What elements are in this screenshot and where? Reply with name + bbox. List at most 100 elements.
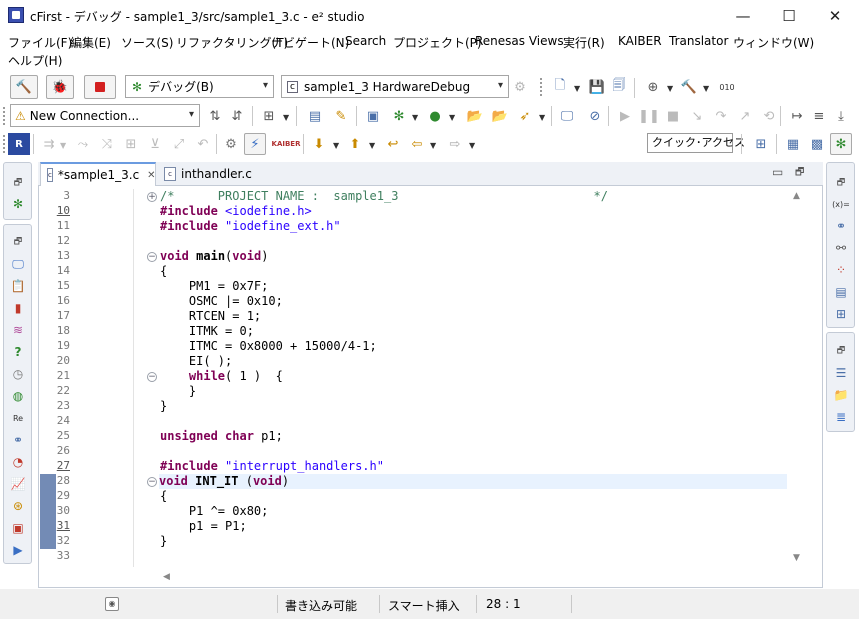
code-line[interactable]: P1 ^= 0x80; [160, 504, 268, 519]
kaiber-logo[interactable]: KAIBER [272, 133, 301, 155]
restore-icon[interactable]: 🗗 [9, 174, 27, 192]
open-folder-icon[interactable]: 📂 [464, 105, 486, 127]
binary-010-icon[interactable]: 010 [716, 76, 738, 98]
undo-icon[interactable]: ↶ [192, 133, 214, 155]
debug-view-icon[interactable]: ✻ [9, 195, 27, 213]
code-line[interactable]: ITMK = 0; [160, 324, 254, 339]
code-line[interactable]: PM1 = 0x7F; [160, 279, 268, 294]
external-tools-icon[interactable]: ➶ [514, 105, 536, 127]
menu-renesas-views[interactable]: Renesas Views [475, 34, 564, 48]
code-line[interactable]: #include "iodefine_ext.h" [160, 219, 341, 234]
feed-icon[interactable]: ◉ [105, 597, 119, 611]
menu-kaiber[interactable]: KAIBER [618, 34, 662, 48]
filter-icon[interactable]: ⊻ [144, 133, 166, 155]
memory-icon[interactable]: ▮ [9, 299, 27, 317]
breakpoints-icon[interactable]: ⚭ [832, 217, 850, 235]
restore-icon[interactable]: 🗗 [9, 233, 27, 251]
cpp-perspective-icon[interactable]: ▦ [782, 133, 804, 155]
save-all-icon[interactable]: 🗐 [608, 76, 630, 98]
tab-sample1_3-c[interactable]: c *sample1_3.c ✕ [40, 162, 156, 186]
trace-icon[interactable]: ⇉ [38, 133, 60, 155]
analysis-icon[interactable]: ◔ [9, 453, 27, 471]
outline-icon[interactable]: ▤ [304, 105, 326, 127]
chevron-down-icon[interactable]: ▼ [574, 84, 580, 93]
scroll-down-icon[interactable]: ▼ [793, 553, 800, 563]
hammer-build-icon[interactable]: 🔨 [10, 75, 38, 99]
console-icon[interactable]: 🖵 [9, 255, 27, 273]
stop-icon[interactable]: ■ [662, 105, 684, 127]
step-over-icon[interactable]: ↷ [710, 105, 732, 127]
hierarchy-icon[interactable]: ⊞ [258, 105, 280, 127]
gear-config-icon[interactable]: ⚙ [509, 76, 531, 98]
close-button[interactable]: ✕ [812, 0, 858, 31]
menu-search[interactable]: Search [345, 34, 386, 48]
network-icon[interactable]: ⊛ [9, 497, 27, 515]
realtime-re-icon[interactable]: Re [9, 409, 27, 427]
chevron-down-icon[interactable]: ▼ [703, 84, 709, 93]
vertical-scrollbar[interactable]: ▲ ▼ [790, 189, 806, 567]
open-perspective-icon[interactable]: ⊞ [750, 133, 772, 155]
connect-icon[interactable]: ⇅ [204, 105, 226, 127]
code-editor[interactable]: /* PROJECT NAME : sample1_3 */#include <… [159, 189, 790, 567]
outline-view-icon[interactable]: ⊞ [832, 305, 850, 323]
image-view-icon[interactable]: ▣ [9, 519, 27, 537]
fold-collapse-icon[interactable]: − [147, 477, 157, 487]
chevron-down-icon[interactable]: ▼ [430, 141, 436, 150]
build-hammer-icon[interactable]: 🔨 [678, 76, 700, 98]
menu-navigate[interactable]: ナビゲート(N) [271, 34, 349, 51]
save-icon[interactable]: 💾 [586, 76, 608, 98]
code-line[interactable]: } [160, 384, 196, 399]
frame-icon[interactable]: ▣ [362, 105, 384, 127]
menu-translator[interactable]: Translator [669, 34, 728, 48]
code-line[interactable]: unsigned char p1; [160, 429, 283, 444]
run-icon[interactable]: ● [424, 105, 446, 127]
globe-view-icon[interactable]: ◍ [9, 387, 27, 405]
resume-icon[interactable]: ▶ [614, 105, 636, 127]
scroll-up-icon[interactable]: ▲ [793, 191, 800, 201]
chevron-down-icon[interactable]: ▼ [469, 141, 475, 150]
code-line[interactable]: { [160, 264, 167, 279]
code-line[interactable]: { [160, 489, 167, 504]
timer-icon[interactable]: ◷ [9, 365, 27, 383]
project-explorer-icon[interactable]: 📁 [832, 386, 850, 404]
variables-icon[interactable]: (x)= [832, 195, 850, 213]
use-step-filters-icon[interactable]: ≡ [808, 105, 830, 127]
last-edit-icon[interactable]: ↩ [382, 133, 404, 155]
menu-run[interactable]: 実行(R) [563, 34, 605, 51]
chevron-down-icon[interactable]: ▼ [60, 141, 66, 150]
maximize-button[interactable]: ☐ [766, 0, 812, 31]
launch-config-select[interactable]: c sample1_3 HardwareDebug ▾ [281, 75, 509, 98]
back-arrow-icon[interactable]: ⇦ [406, 133, 428, 155]
scroll-left-icon[interactable]: ◀ [163, 572, 170, 582]
menu-file[interactable]: ファイル(F) [8, 34, 72, 51]
expressions-icon[interactable]: ⚯ [832, 239, 850, 257]
move-icon[interactable]: ⤢ [168, 133, 190, 155]
restore-icon[interactable]: 🗗 [832, 342, 850, 360]
code-line[interactable]: } [160, 534, 167, 549]
menu-help[interactable]: ヘルプ(H) [8, 52, 62, 69]
waveform-icon[interactable]: ≋ [9, 321, 27, 339]
tasks-icon[interactable]: 📋 [9, 277, 27, 295]
minimize-editor-icon[interactable]: ▭ [772, 165, 783, 179]
code-line[interactable]: #include <iodefine.h> [160, 204, 312, 219]
code-line[interactable]: #include "interrupt_handlers.h" [160, 459, 384, 474]
debug-run-icon[interactable]: ✻ [388, 105, 410, 127]
fold-collapse-icon[interactable]: − [147, 372, 157, 382]
registers-icon[interactable]: ⁘ [832, 261, 850, 279]
folder-open-icon[interactable]: 📂 [489, 105, 511, 127]
step-into-icon[interactable]: ↘ [686, 105, 708, 127]
code-line[interactable]: /* PROJECT NAME : sample1_3 */ [160, 189, 608, 204]
debug-perspective-icon[interactable]: ✻ [830, 133, 852, 155]
trace-step-icon[interactable]: ⤳ [72, 133, 94, 155]
chevron-down-icon[interactable]: ▼ [412, 113, 418, 122]
horizontal-scrollbar[interactable]: ◀ [160, 570, 790, 586]
menu-source[interactable]: ソース(S) [121, 34, 173, 51]
reset-icon[interactable]: ⟲ [758, 105, 780, 127]
trace-link-icon[interactable]: ⤨ [96, 133, 118, 155]
debug-bug-icon[interactable]: 🐞 [46, 75, 74, 99]
menu-edit[interactable]: 編集(E) [70, 34, 111, 51]
chevron-down-icon[interactable]: ▼ [333, 141, 339, 150]
tab-inthandler-c[interactable]: c inthandler.c [160, 162, 260, 186]
fold-expand-icon[interactable]: + [147, 192, 157, 202]
chevron-down-icon[interactable]: ▼ [539, 113, 545, 122]
